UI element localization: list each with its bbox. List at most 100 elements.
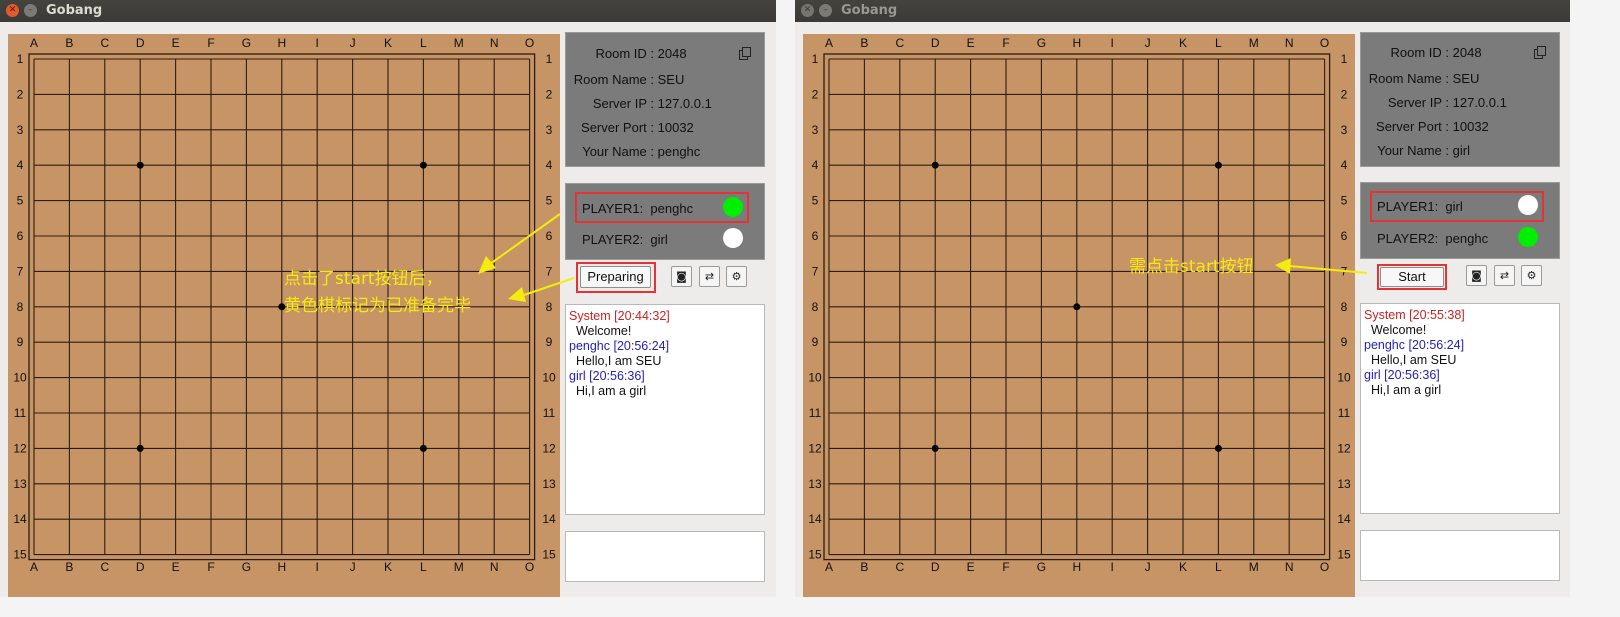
column-label: O (525, 36, 534, 50)
row-label: 10 (542, 371, 556, 385)
row-label: 10 (1337, 371, 1351, 385)
row-label: 12 (13, 441, 27, 455)
row-label: 7 (812, 264, 819, 278)
screenshot-icon[interactable]: ◙ (1466, 265, 1487, 286)
column-label: J (1145, 36, 1151, 50)
column-label: O (525, 560, 534, 574)
server-port-label: Server Port : (581, 120, 654, 135)
close-window-icon[interactable]: ✕ (6, 4, 19, 17)
column-label: B (860, 560, 868, 574)
chat-input[interactable] (1360, 530, 1560, 581)
annotation-line-1: 需点击start按钮 (1129, 257, 1254, 277)
row-label: 14 (808, 512, 822, 526)
column-label: B (65, 36, 73, 50)
row-label: 9 (546, 335, 553, 349)
gear-icon[interactable]: ⚙ (1521, 265, 1542, 286)
row-label: 9 (1341, 335, 1348, 349)
star-point (1214, 444, 1222, 452)
chat-log: System [20:44:32] Welcome! penghc [20:56:… (565, 304, 765, 515)
star-point (1214, 161, 1222, 169)
room-id-value: 2048 (657, 46, 687, 61)
row-label: 8 (812, 300, 819, 314)
row-label: 15 (1337, 548, 1351, 562)
swap-icon[interactable]: ⇄ (1494, 265, 1515, 286)
copy-icon[interactable] (1534, 46, 1546, 59)
chat-message-line: System [20:55:38] (1364, 308, 1465, 322)
row-label: 12 (1337, 441, 1351, 455)
column-label: D (931, 36, 940, 50)
server-port-value: 10032 (1452, 119, 1489, 134)
column-label: I (316, 560, 319, 574)
row-label: 1 (546, 52, 553, 66)
row-label: 11 (1338, 406, 1351, 420)
game-board[interactable]: AABBCCDDEEFFGGHHIIJJKKLLMMNNOO1122334455… (803, 34, 1355, 597)
row-label: 7 (546, 264, 553, 278)
close-window-icon[interactable]: ✕ (801, 4, 814, 17)
column-label: M (454, 560, 464, 574)
column-label: G (1037, 36, 1046, 50)
column-label: O (1320, 36, 1329, 50)
column-label: J (350, 36, 356, 50)
column-label: L (420, 36, 427, 50)
gobang-window-left: ✕ – Gobang A A B B C C D D E E F F G G H H I I J J K K L L M M N N O… (0, 0, 776, 597)
row-label: 10 (808, 371, 822, 385)
column-label: D (931, 560, 940, 574)
column-label: G (242, 36, 251, 50)
column-label: B (860, 36, 868, 50)
player1-highlight-box (575, 192, 749, 223)
title-bar: ✕ – Gobang (0, 0, 776, 22)
row-label: 5 (812, 194, 819, 208)
row-label: 5 (1341, 194, 1348, 208)
player2-name: penghc (1445, 231, 1489, 246)
row-label: 1 (812, 52, 819, 66)
room-name-label: Room Name : (573, 72, 654, 87)
player2-label: PLAYER2: (1377, 231, 1439, 246)
column-label: D (136, 560, 145, 574)
row-label: 4 (17, 158, 24, 172)
swap-icon[interactable]: ⇄ (699, 266, 720, 287)
column-label: L (1215, 36, 1222, 50)
window-title: Gobang (841, 3, 898, 18)
column-label: K (384, 36, 392, 50)
gobang-window-right: ✕ – Gobang A A B B C C D D E E F F G G H H I I J J K K L L M M N N O… (795, 0, 1570, 597)
column-label: O (1320, 560, 1329, 574)
column-label: N (490, 36, 499, 50)
row-label: 3 (1341, 123, 1348, 137)
player2-status-indicator (1518, 227, 1538, 247)
minimize-window-icon[interactable]: – (24, 4, 37, 17)
row-label: 6 (546, 229, 553, 243)
column-label: N (1285, 560, 1294, 574)
gear-icon[interactable]: ⚙ (726, 266, 747, 287)
row-label: 1 (1341, 52, 1348, 66)
annotation-line-1: 点击了start按钮后， (284, 269, 443, 289)
row-label: 1 (17, 52, 24, 66)
column-label: C (895, 36, 904, 50)
chat-message-line: Welcome! (1364, 323, 1427, 337)
room-id-value: 2048 (1452, 45, 1482, 60)
row-label: 4 (1341, 158, 1348, 172)
server-ip-value: 127.0.0.1 (657, 96, 712, 111)
row-label: 2 (17, 87, 24, 101)
column-label: G (242, 560, 251, 574)
row-label: 8 (17, 300, 24, 314)
start-highlight-box (1377, 264, 1447, 290)
room-name-value: SEU (1452, 71, 1480, 86)
column-label: J (350, 560, 356, 574)
row-label: 11 (14, 406, 27, 420)
star-point (136, 444, 144, 452)
column-label: K (1179, 36, 1187, 50)
column-label: I (316, 36, 319, 50)
screenshot-icon[interactable]: ◙ (671, 266, 692, 287)
row-label: 14 (1337, 512, 1351, 526)
chat-input[interactable] (565, 531, 765, 582)
column-label: H (277, 560, 286, 574)
column-label: I (1111, 36, 1114, 50)
column-label: A (825, 36, 833, 50)
minimize-window-icon[interactable]: – (819, 4, 832, 17)
column-label: B (65, 560, 73, 574)
window-title: Gobang (46, 3, 103, 18)
row-label: 11 (543, 406, 556, 420)
column-label: G (1037, 560, 1046, 574)
your-name-label: Your Name : (582, 144, 654, 159)
copy-icon[interactable] (739, 47, 751, 60)
